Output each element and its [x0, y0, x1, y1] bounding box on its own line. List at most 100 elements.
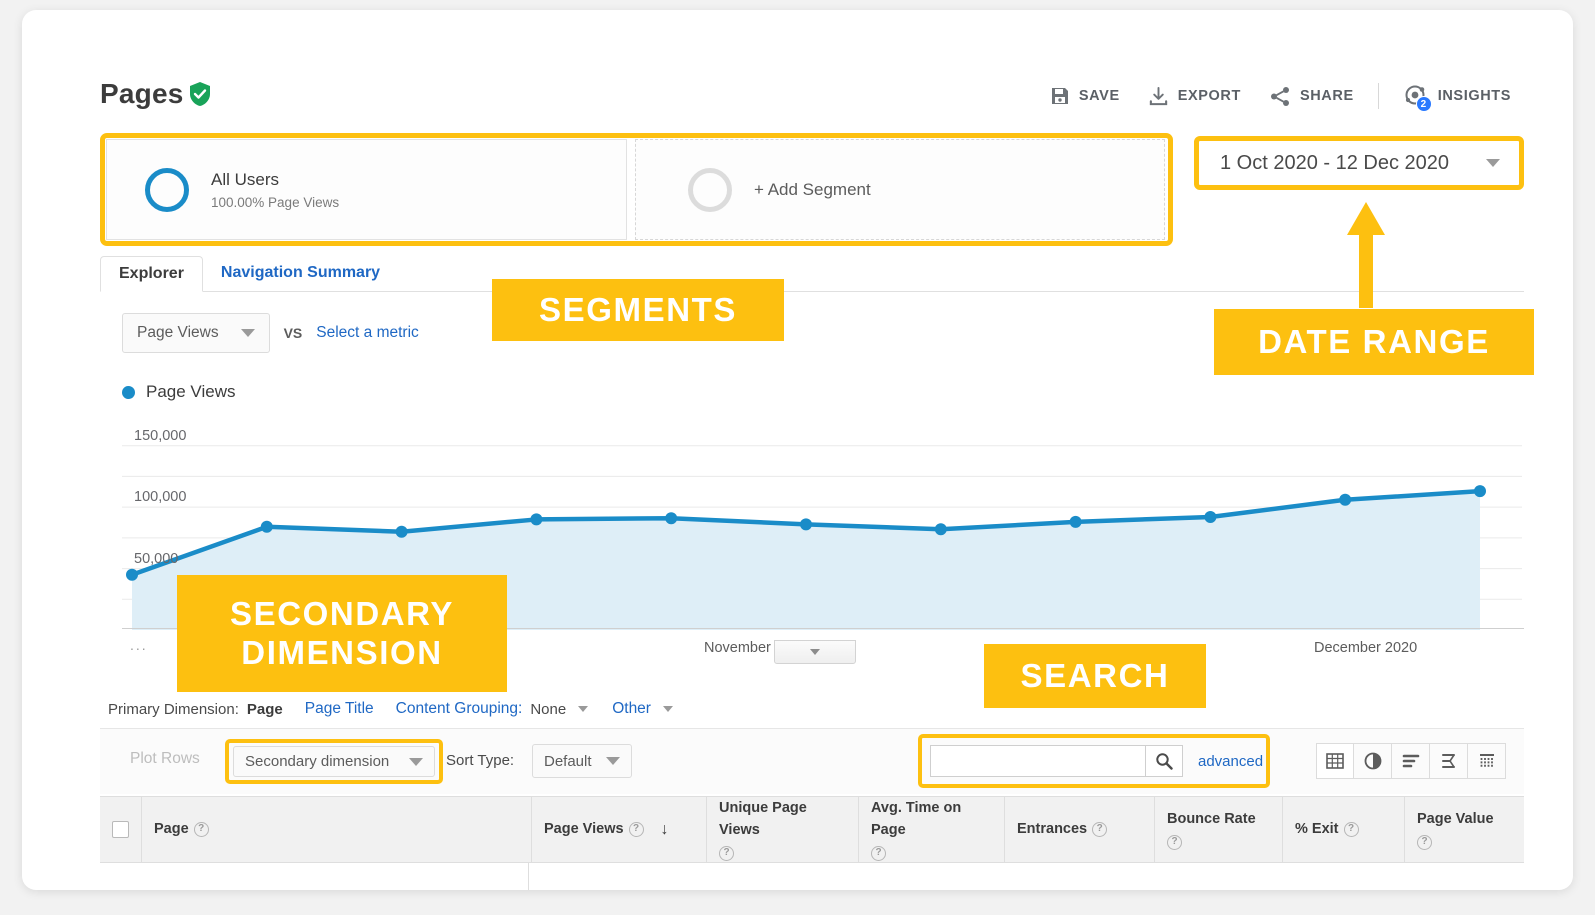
pie-view-icon[interactable]: [1354, 743, 1392, 779]
column-header-percent-exit[interactable]: % Exit ?: [1283, 797, 1405, 862]
column-header-avg-time-on-page[interactable]: Avg. Time on Page ?: [859, 797, 1005, 862]
secondary-dimension-dropdown[interactable]: Secondary dimension: [233, 746, 435, 777]
tab-explorer[interactable]: Explorer: [100, 256, 203, 292]
secondary-dimension-label: Secondary dimension: [245, 753, 390, 770]
primary-dimension-page-title[interactable]: Page Title: [305, 700, 374, 718]
primary-dimension-row: Primary Dimension: Page Page Title Conte…: [108, 700, 681, 718]
help-icon[interactable]: ?: [871, 845, 886, 861]
share-label: SHARE: [1299, 88, 1354, 104]
help-icon[interactable]: ?: [1092, 821, 1108, 837]
help-icon[interactable]: ?: [628, 822, 644, 837]
date-range-value: 1 Oct 2020 - 12 Dec 2020: [1220, 151, 1450, 174]
export-button[interactable]: EXPORT: [1134, 82, 1255, 111]
table-cell-divider: [528, 863, 529, 890]
sort-type-value: Default: [544, 752, 592, 770]
insights-label: INSIGHTS: [1437, 88, 1511, 104]
chevron-down-icon: [606, 757, 620, 765]
vs-label: VS: [283, 325, 303, 341]
primary-metric-label: Page Views: [137, 324, 219, 341]
help-icon[interactable]: ?: [1343, 821, 1359, 837]
x-axis-ellipsis: ...: [130, 637, 148, 653]
page-title: Pages: [100, 78, 184, 109]
advanced-search-link[interactable]: advanced: [1198, 753, 1263, 770]
help-icon[interactable]: ?: [1417, 835, 1432, 850]
column-header-page-views[interactable]: Page Views ? ↓: [532, 797, 707, 862]
export-icon: [1149, 86, 1167, 105]
sort-descending-icon[interactable]: ↓: [661, 818, 669, 841]
column-label-entrances: Entrances: [1017, 820, 1088, 837]
save-button[interactable]: SAVE: [1036, 82, 1134, 110]
callout-secondary-line1: SECONDARY: [229, 594, 455, 632]
add-segment-label: + Add Segment: [754, 179, 871, 199]
insights-button[interactable]: 2 INSIGHTS: [1389, 80, 1525, 112]
report-toolbar: SAVE EXPORT SHARE 2 INSIGHTS: [1036, 80, 1525, 112]
other-dropdown[interactable]: Other: [612, 700, 651, 718]
segment-all-users[interactable]: All Users 100.00% Page Views: [106, 139, 627, 240]
date-range-picker[interactable]: 1 Oct 2020 - 12 Dec 2020: [1202, 144, 1516, 182]
callout-secondary-dimension: SECONDARY DIMENSION: [177, 575, 507, 692]
share-button[interactable]: SHARE: [1255, 82, 1368, 111]
chevron-down-icon: [810, 649, 820, 655]
chevron-down-icon: [409, 757, 423, 766]
sort-type-label: Sort Type:: [446, 752, 515, 769]
callout-search: SEARCH: [984, 644, 1206, 708]
save-label: SAVE: [1078, 88, 1120, 104]
help-icon[interactable]: ?: [719, 845, 734, 861]
column-header-entrances[interactable]: Entrances ?: [1005, 797, 1155, 862]
add-segment-ring-icon: [688, 167, 732, 212]
chevron-down-icon: [240, 329, 255, 337]
primary-metric-dropdown[interactable]: Page Views: [122, 313, 270, 353]
primary-dimension-page[interactable]: Page: [247, 701, 283, 718]
help-icon[interactable]: ?: [193, 821, 209, 837]
primary-dimension-label: Primary Dimension:: [108, 700, 239, 718]
select-all-checkbox-cell[interactable]: [100, 797, 142, 862]
performance-view-icon[interactable]: [1392, 743, 1430, 779]
segment-ring-icon: [145, 167, 189, 212]
chevron-down-icon[interactable]: [662, 706, 673, 712]
data-table-body: [100, 862, 1524, 890]
segments-bar: All Users 100.00% Page Views + Add Segme…: [106, 139, 1167, 240]
chart-collapse-handle[interactable]: [774, 640, 856, 664]
y-axis-tick-50000: 50,000: [134, 550, 179, 567]
y-axis-tick-100000: 100,000: [134, 489, 187, 506]
data-table-header: Page ? Page Views ? ↓ Unique Page Views …: [100, 796, 1524, 862]
tab-navigation-summary[interactable]: Navigation Summary: [203, 255, 398, 291]
column-label-unique-page-views: Unique Page Views: [719, 800, 807, 838]
select-all-checkbox[interactable]: [112, 821, 129, 838]
chevron-down-icon[interactable]: [578, 706, 589, 712]
content-grouping-label: Content Grouping:: [395, 700, 523, 717]
toolbar-divider: [1377, 83, 1379, 109]
content-grouping-value[interactable]: None: [530, 701, 566, 718]
view-type-toggle-group: [1316, 743, 1506, 779]
column-label-page-views: Page Views: [544, 820, 624, 837]
segment-subtitle: 100.00% Page Views: [211, 194, 340, 210]
column-header-bounce-rate[interactable]: Bounce Rate ?: [1155, 797, 1283, 862]
pivot-view-icon[interactable]: [1468, 743, 1506, 779]
report-tabs: Explorer Navigation Summary: [100, 256, 1524, 292]
chevron-down-icon: [1486, 159, 1500, 167]
sort-type-dropdown[interactable]: Default: [532, 744, 632, 778]
share-icon: [1270, 86, 1289, 106]
select-a-metric-link[interactable]: Select a metric: [316, 324, 419, 342]
help-icon[interactable]: ?: [1167, 835, 1182, 850]
column-label-bounce-rate: Bounce Rate: [1167, 810, 1256, 827]
y-axis-tick-150000: 150,000: [134, 427, 187, 444]
plot-rows-button[interactable]: Plot Rows: [130, 750, 200, 768]
comparison-view-icon[interactable]: [1430, 743, 1468, 779]
insights-badge: 2: [1415, 96, 1432, 112]
callout-secondary-line2: DIMENSION: [241, 633, 443, 671]
column-header-unique-page-views[interactable]: Unique Page Views ?: [707, 797, 859, 862]
metric-selector-row: Page Views VS Select a metric: [122, 313, 419, 353]
insights-icon-wrap: 2: [1403, 84, 1432, 112]
save-icon: [1051, 88, 1068, 104]
add-segment-button[interactable]: + Add Segment: [635, 139, 1165, 240]
callout-segments: SEGMENTS: [492, 279, 784, 341]
search-input[interactable]: [930, 745, 1145, 777]
column-header-page-value[interactable]: Page Value ?: [1405, 797, 1524, 862]
column-header-page[interactable]: Page ?: [142, 797, 532, 862]
verified-shield-icon: [190, 82, 210, 106]
search-button[interactable]: [1145, 745, 1183, 777]
table-view-icon[interactable]: [1316, 743, 1354, 779]
magnifier-icon: [1156, 753, 1173, 770]
column-label-page: Page: [154, 820, 189, 837]
